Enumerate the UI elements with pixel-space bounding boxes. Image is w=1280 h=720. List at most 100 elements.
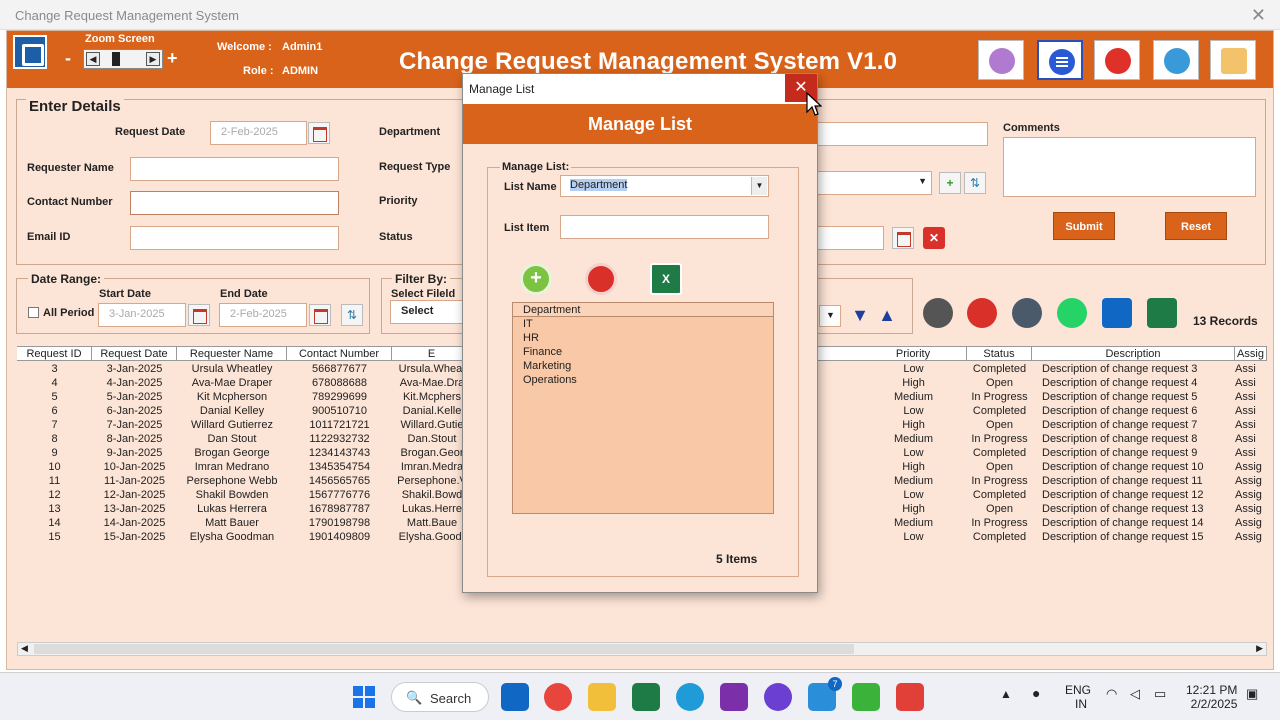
all-period-checkbox[interactable]	[28, 307, 39, 318]
table-cell: Description of change request 8	[1042, 433, 1198, 445]
table-cell: Medium	[893, 391, 934, 403]
language-indicator[interactable]: ENG IN	[1065, 683, 1091, 711]
email-settings-button[interactable]	[1153, 40, 1199, 80]
zoom-left-arrow-icon[interactable]: ◀	[86, 52, 100, 66]
end-date-field[interactable]: 2-Feb-2025	[219, 303, 307, 327]
zoom-right-arrow-icon[interactable]: ▶	[146, 52, 160, 66]
excel-export-icon[interactable]	[1147, 298, 1177, 328]
table-cell: Low	[903, 531, 924, 543]
window-close-button[interactable]: ✕	[1251, 5, 1266, 26]
camtasia-icon[interactable]	[896, 683, 924, 711]
taskbar-search[interactable]: 🔍 Search	[391, 682, 489, 712]
logout-button[interactable]	[1094, 40, 1140, 80]
zoom-label: Zoom Screen	[85, 33, 155, 45]
reset-button[interactable]: Reset	[1165, 212, 1227, 240]
column-header[interactable]: Priority	[860, 347, 967, 361]
windows-start-icon[interactable]	[350, 683, 378, 711]
list-item[interactable]: HR	[513, 331, 773, 345]
table-cell: Low	[903, 447, 924, 459]
list-item[interactable]: Marketing	[513, 359, 773, 373]
filter-value-dropdown[interactable]: ▼	[819, 305, 841, 327]
end-date-calendar-icon[interactable]	[309, 304, 331, 326]
request-date-calendar-icon[interactable]	[308, 122, 330, 144]
volume-icon[interactable]: ◁	[1130, 686, 1140, 702]
outlook-icon[interactable]	[1102, 298, 1132, 328]
start-date-field[interactable]: 3-Jan-2025	[98, 303, 186, 327]
column-header[interactable]: Request Date	[92, 347, 177, 361]
file-explorer-icon[interactable]	[588, 683, 616, 711]
zoom-slider-thumb[interactable]	[112, 52, 120, 66]
refresh-icon[interactable]: ⇅	[964, 172, 986, 194]
list-items-box[interactable]: Department IT HR Finance Marketing Opera…	[512, 302, 774, 514]
users-button[interactable]	[978, 40, 1024, 80]
column-header[interactable]: Requester Name	[177, 347, 287, 361]
scrollbar-thumb[interactable]	[34, 644, 854, 654]
zoom-in-button[interactable]: +	[167, 48, 178, 69]
delete-icon[interactable]	[967, 298, 997, 328]
column-header[interactable]: Description	[1032, 347, 1235, 361]
status-calendar-icon[interactable]	[892, 227, 914, 249]
column-header[interactable]: Status	[967, 347, 1032, 361]
add-request-type-icon[interactable]: +	[939, 172, 961, 194]
info-button[interactable]	[1210, 40, 1256, 80]
window-title: Change Request Management System	[15, 8, 240, 23]
manage-list-button[interactable]	[1037, 40, 1083, 80]
zoom-slider[interactable]: ◀ ▶	[83, 49, 163, 69]
add-item-icon[interactable]: +	[520, 263, 552, 295]
sort-ascending-icon[interactable]: ▲	[876, 304, 898, 326]
outlook-app-icon[interactable]	[501, 683, 529, 711]
comments-label: Comments	[1003, 122, 1060, 134]
table-cell: 15-Jan-2025	[103, 531, 166, 543]
contact-number-field[interactable]	[130, 191, 339, 215]
chevron-down-icon[interactable]: ▼	[751, 177, 767, 195]
request-type-dropdown[interactable]: ▼	[807, 171, 932, 195]
column-header[interactable]: Assig	[1235, 347, 1267, 361]
wifi-icon[interactable]: ◠	[1106, 686, 1117, 702]
delete-item-icon[interactable]	[585, 263, 617, 295]
battery-icon[interactable]: ▭	[1154, 686, 1166, 702]
camtasia-recorder-icon[interactable]	[852, 683, 880, 711]
tasks-icon[interactable]: 7	[808, 677, 842, 711]
settings-icon[interactable]	[1012, 298, 1042, 328]
list-item[interactable]: IT	[513, 317, 773, 331]
request-date-field[interactable]: 2-Feb-2025	[210, 121, 307, 145]
horizontal-scrollbar[interactable]: ◀ ▶	[17, 642, 1267, 656]
comments-field[interactable]	[1003, 137, 1256, 197]
onenote-icon[interactable]	[720, 683, 748, 711]
column-header[interactable]: Contact Number	[287, 347, 392, 361]
notifications-icon[interactable]: ▣	[1246, 686, 1258, 702]
manage-list-group-label: Manage List:	[500, 161, 572, 173]
excel-app-icon[interactable]	[632, 683, 660, 711]
table-cell: Brogan.Geor	[400, 447, 464, 459]
edit-icon[interactable]	[923, 298, 953, 328]
column-header[interactable]: Request ID	[17, 347, 92, 361]
edge-icon[interactable]	[676, 683, 704, 711]
requester-name-field[interactable]	[130, 157, 339, 181]
zoom-out-button[interactable]: -	[65, 48, 71, 69]
status-date-field[interactable]	[807, 226, 884, 250]
copilot-icon[interactable]	[764, 683, 792, 711]
excel-icon[interactable]: X	[650, 263, 682, 295]
department-label: Department	[379, 126, 441, 138]
filter-label: Filter By:	[392, 272, 451, 286]
list-item-field[interactable]	[560, 215, 769, 239]
list-item[interactable]: Finance	[513, 345, 773, 359]
sort-descending-icon[interactable]: ▼	[849, 304, 871, 326]
clock[interactable]: 12:21 PM 2/2/2025	[1186, 683, 1237, 711]
tray-expand-icon[interactable]: ▲	[1000, 687, 1012, 701]
microphone-icon[interactable]: ●	[1032, 685, 1040, 701]
date-refresh-icon[interactable]: ⇅	[341, 304, 363, 326]
submit-button[interactable]: Submit	[1053, 212, 1115, 240]
column-header[interactable]: E	[392, 347, 472, 361]
chrome-icon[interactable]	[544, 683, 572, 711]
scroll-right-icon[interactable]: ▶	[1256, 643, 1263, 654]
list-item[interactable]: Operations	[513, 373, 773, 387]
email-field[interactable]	[130, 226, 339, 250]
select-field-dropdown[interactable]: Select	[390, 300, 470, 324]
department-field[interactable]	[807, 122, 988, 146]
clear-date-icon[interactable]: ✕	[923, 227, 945, 249]
whatsapp-icon[interactable]	[1057, 298, 1087, 328]
scroll-left-icon[interactable]: ◀	[21, 643, 28, 654]
list-name-dropdown[interactable]: Department ▼	[560, 175, 769, 197]
start-date-calendar-icon[interactable]	[188, 304, 210, 326]
